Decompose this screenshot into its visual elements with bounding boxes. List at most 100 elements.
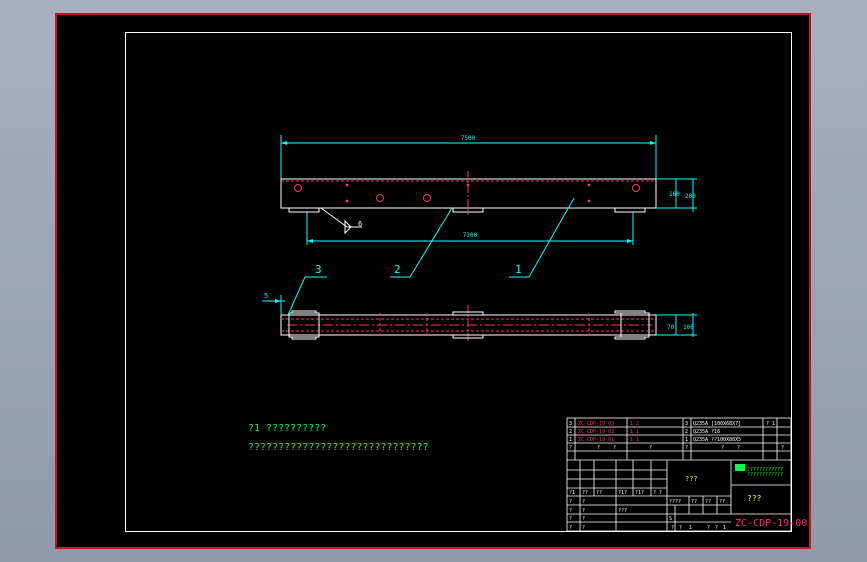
part-qty: 1 1 bbox=[630, 429, 639, 435]
rev-cell: ? bbox=[653, 490, 656, 496]
rev-cell: ?? bbox=[582, 490, 588, 496]
part-code: ZC-CDP-19-03 bbox=[578, 421, 614, 427]
cad-viewport: 7500 6 7300 160 200 1 2 5 3 70 100 3 ZC-… bbox=[55, 13, 811, 549]
bottom-height-outer-label: 100 bbox=[683, 324, 694, 331]
mark-cell: S bbox=[669, 516, 672, 522]
sheet-cell: ? bbox=[679, 525, 682, 531]
plan-pad-center-top bbox=[452, 311, 484, 316]
company-logo-icon bbox=[735, 464, 745, 471]
scale-cell: ?? bbox=[705, 499, 711, 505]
scale-cell: ???? bbox=[669, 499, 681, 505]
overall-length-label: 7500 bbox=[461, 135, 476, 142]
scale-cell: ?? bbox=[719, 499, 725, 505]
callout-2: 2 bbox=[394, 263, 401, 276]
plan-view: 5 3 70 100 bbox=[262, 263, 697, 341]
sheet-cell: 1 bbox=[689, 525, 692, 531]
sign-cell: ? bbox=[569, 508, 572, 514]
drawing-canvas: 7500 6 7300 160 200 1 2 5 3 70 100 3 ZC-… bbox=[125, 32, 807, 532]
part-no: 1 bbox=[569, 437, 572, 443]
name-marks: ??? bbox=[685, 475, 698, 483]
technical-note-1: ?1 ?????????? bbox=[248, 423, 327, 434]
company-name-sub: ???????????? bbox=[747, 472, 783, 478]
pad-right bbox=[614, 207, 646, 213]
part-qty: 1 1 bbox=[630, 437, 639, 443]
scale-cell: ?? bbox=[691, 499, 697, 505]
plan-pad-left-bottom bbox=[291, 336, 317, 340]
weld-leader bbox=[320, 207, 348, 228]
sign-cell: ? bbox=[569, 499, 572, 505]
callout-3-leader bbox=[287, 276, 306, 316]
sheet-cell: 1 bbox=[723, 525, 726, 531]
dim-arrow-left bbox=[281, 141, 287, 145]
part-no: 2 bbox=[569, 429, 572, 435]
height-inner-label: 160 bbox=[669, 191, 680, 198]
dim-arrow-right bbox=[650, 141, 656, 145]
sign-cell: ??? bbox=[618, 508, 627, 514]
callout-1-leader bbox=[528, 197, 575, 278]
part-no: 3 bbox=[685, 421, 688, 427]
header-cell: ? bbox=[685, 445, 688, 451]
sign-cell: ? bbox=[582, 499, 585, 505]
sheet-cell: ? bbox=[707, 525, 710, 531]
part-no: 1 bbox=[685, 437, 688, 443]
drawing-number: ZC-CDP-19-00 bbox=[735, 518, 807, 529]
bolt-mark bbox=[345, 199, 349, 203]
bolt-mark bbox=[345, 183, 349, 187]
header-cell: ? bbox=[737, 445, 740, 451]
bolt-mark bbox=[587, 199, 591, 203]
part-no: 3 bbox=[569, 421, 572, 427]
callout-3: 3 bbox=[315, 263, 322, 276]
pad-left bbox=[288, 207, 320, 213]
hole-center bbox=[423, 194, 431, 202]
sign-cell: ? bbox=[569, 516, 572, 522]
header-cell: ? bbox=[721, 445, 724, 451]
plan-pad-right-bottom bbox=[614, 336, 646, 340]
sign-cell: ? bbox=[582, 525, 585, 531]
rev-cell: ?1 bbox=[569, 490, 575, 496]
front-view: 7500 6 7300 160 200 1 2 bbox=[280, 135, 697, 278]
drawing-name: ??? bbox=[747, 494, 762, 503]
sheet-cell: ? bbox=[715, 525, 718, 531]
weld-size: 6 bbox=[358, 220, 362, 228]
bottom-height-label: 70 bbox=[667, 324, 675, 331]
header-cell: ? bbox=[569, 445, 572, 451]
hole-end-left bbox=[294, 184, 302, 192]
part-code: ZC-CDP-19-01 bbox=[578, 437, 614, 443]
header-cell: ? bbox=[613, 445, 616, 451]
technical-note-2: ?????????????????????????????? bbox=[248, 442, 429, 453]
header-cell: ? bbox=[781, 445, 784, 451]
sheet-cell: ? bbox=[671, 525, 674, 531]
header-cell: ? bbox=[597, 445, 600, 451]
hole-left bbox=[376, 194, 384, 202]
rev-cell: ? bbox=[659, 490, 662, 496]
part-material: Q235A ?16 bbox=[693, 429, 720, 435]
rev-cell: ?? bbox=[596, 490, 602, 496]
part-code: ZC-CDP-19-02 bbox=[578, 429, 614, 435]
inner-span-label: 7300 bbox=[463, 232, 478, 239]
dim-arrow bbox=[627, 239, 633, 243]
part-material: Q235A [100X68X7] bbox=[693, 421, 741, 427]
callout-1: 1 bbox=[515, 263, 522, 276]
offset-label: 5 bbox=[264, 292, 268, 300]
hole-end-right bbox=[632, 184, 640, 192]
drawing-frame bbox=[125, 32, 792, 532]
part-note: ? 1 bbox=[766, 421, 775, 427]
dim-arrow bbox=[275, 299, 281, 303]
header-cell: ? bbox=[649, 445, 652, 451]
plan-pad-left-top bbox=[291, 310, 317, 314]
title-block-lower: ??? ???????????? ???????????? ??? ?1 ?? … bbox=[569, 464, 807, 531]
sign-cell: ? bbox=[582, 516, 585, 522]
plan-pad-right-top bbox=[614, 310, 646, 314]
rev-cell: ?1? bbox=[635, 490, 644, 496]
callout-2-leader bbox=[409, 207, 453, 278]
rev-cell: ?1? bbox=[618, 490, 627, 496]
part-material: Q235A ??100X80X5 bbox=[693, 437, 741, 443]
parts-list: 3 ZC-CDP-19-03 1 2 3 Q235A [100X68X7] ? … bbox=[569, 421, 784, 451]
part-qty: 1 2 bbox=[630, 421, 639, 427]
part-no: 2 bbox=[685, 429, 688, 435]
height-outer-label: 200 bbox=[685, 193, 696, 200]
bolt-mark bbox=[466, 183, 470, 187]
bolt-mark bbox=[587, 183, 591, 187]
sign-cell: ? bbox=[582, 508, 585, 514]
sign-cell: ? bbox=[569, 525, 572, 531]
